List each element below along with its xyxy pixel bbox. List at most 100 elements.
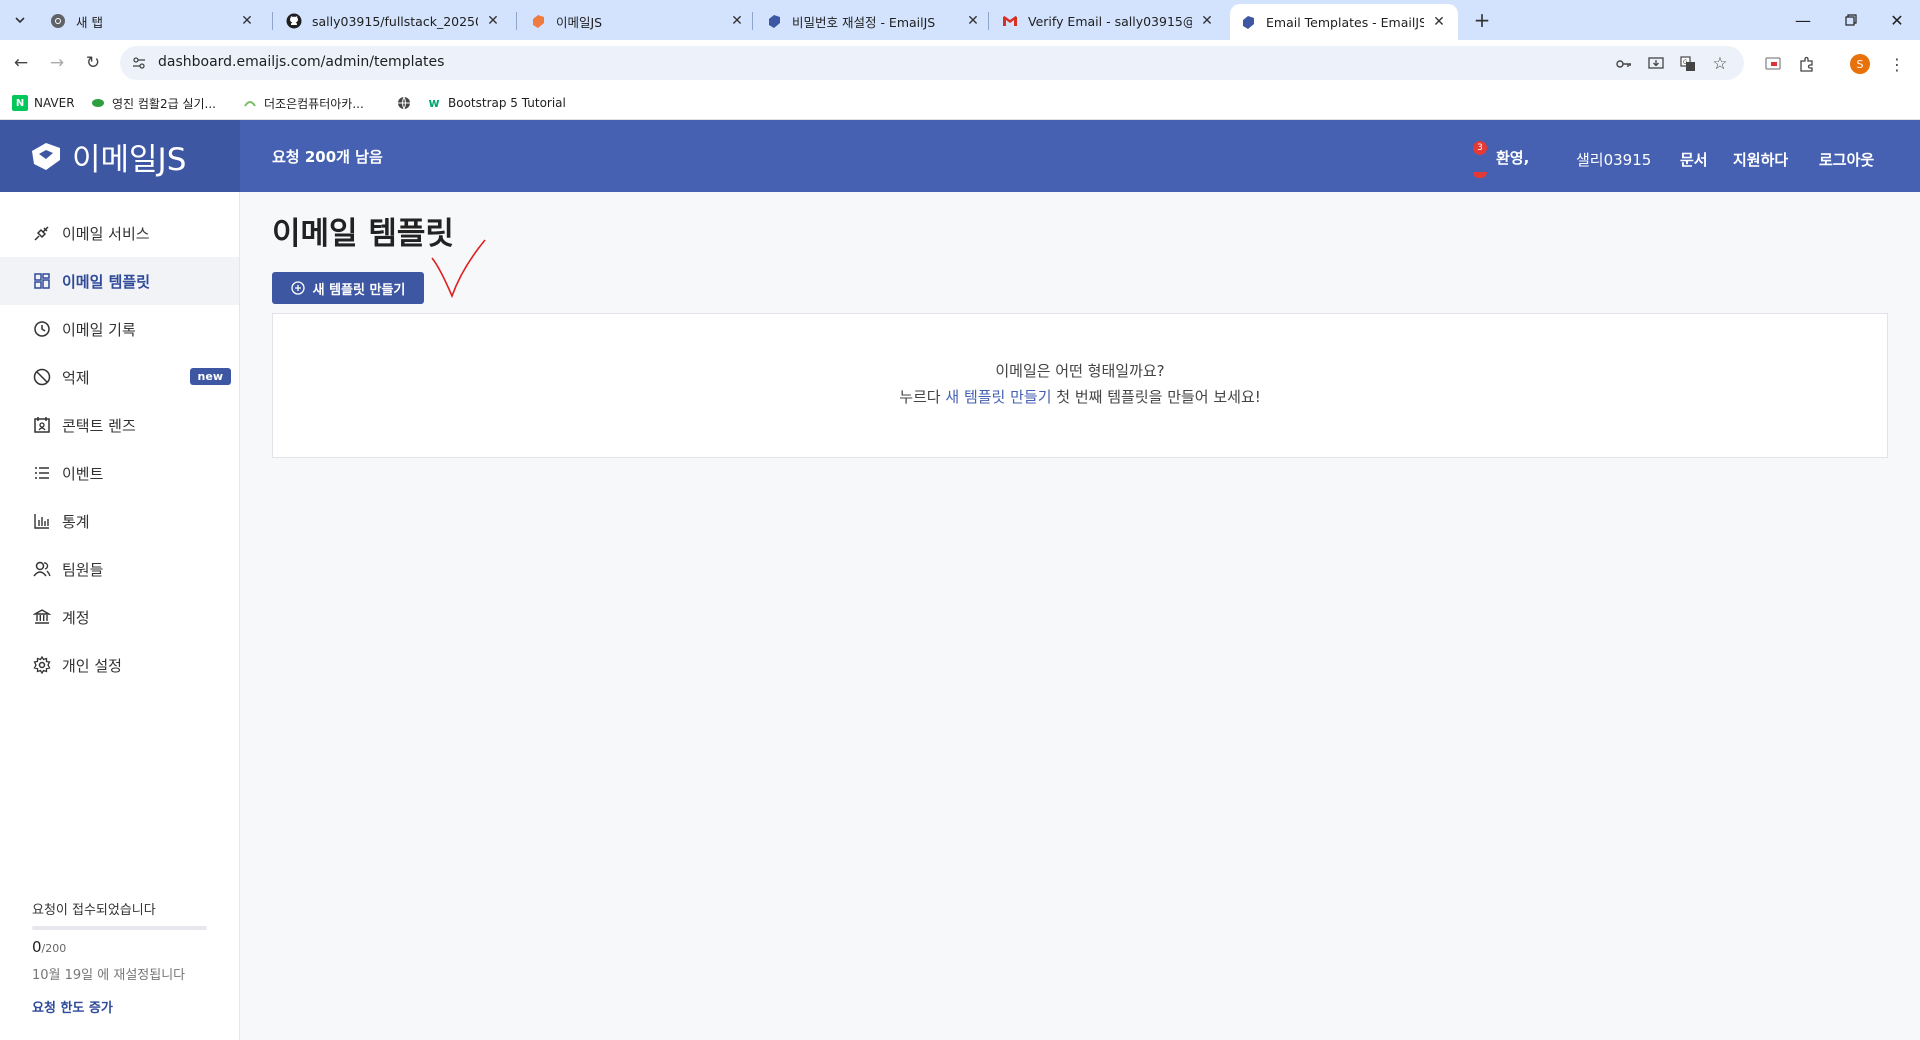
- tab-divider: [752, 12, 753, 30]
- translate-icon[interactable]: G: [1678, 54, 1698, 74]
- close-window-icon[interactable]: ✕: [1874, 6, 1920, 34]
- sidebar-item-label: 이메일 템플릿: [62, 272, 151, 291]
- bookmark-item[interactable]: w Bootstrap 5 Tutorial: [426, 94, 566, 112]
- new-badge: new: [189, 368, 231, 385]
- sidebar-item-statistics[interactable]: 통계: [0, 497, 239, 545]
- sidebar-item-events[interactable]: 이벤트: [0, 449, 239, 497]
- sidebar-item-team[interactable]: 팀원들: [0, 545, 239, 593]
- browser-tab-active[interactable]: Email Templates - EmailJS ✕: [1230, 4, 1458, 40]
- sidebar-item-email-services[interactable]: 이메일 서비스: [0, 209, 239, 257]
- usage-reset-date: 10월 19일 에 재설정됩니다: [32, 968, 186, 983]
- bookmark-label: NAVER: [34, 96, 75, 110]
- page-title: 이메일 템플릿: [272, 216, 454, 252]
- profile-avatar[interactable]: S: [1850, 54, 1870, 74]
- bookmark-item[interactable]: [396, 94, 418, 112]
- usage-count: 0/200: [32, 938, 212, 956]
- sidebar-item-label: 억제: [62, 368, 90, 387]
- empty-state-suffix: 첫 번째 템플릿을 만들어 보세요!: [1056, 388, 1261, 406]
- github-icon: [286, 13, 302, 29]
- bookmark-star-icon[interactable]: ☆: [1710, 54, 1730, 74]
- minimize-icon[interactable]: —: [1780, 6, 1826, 34]
- bookmark-label: 더조은컴퓨터아카...: [264, 96, 364, 111]
- tab-title: 비밀번호 재설정 - EmailJS: [792, 14, 936, 30]
- restore-window-icon[interactable]: [1828, 6, 1874, 34]
- reload-icon[interactable]: ↻: [80, 50, 106, 76]
- notification-badge-partial: [1473, 172, 1487, 178]
- sidebar-item-account[interactable]: 계정: [0, 593, 239, 641]
- sidebar-item-personal-settings[interactable]: 개인 설정: [0, 641, 239, 689]
- plus-circle-icon: [290, 281, 305, 295]
- welcome-text: 환영,: [1496, 149, 1530, 167]
- sidebar-item-label: 팀원들: [62, 560, 104, 579]
- increase-limit-link[interactable]: 요청 한도 증가: [32, 997, 212, 1016]
- usage-limit: /200: [41, 942, 67, 955]
- emailjs-icon: [1240, 14, 1256, 30]
- bookmarks-bar: N NAVER 영진 컴활2급 실기... 더조은컴퓨터아카... w Boot…: [0, 86, 1920, 120]
- bookmark-item[interactable]: 영진 컴활2급 실기...: [90, 94, 216, 112]
- tab-title: 이메일JS: [556, 14, 603, 30]
- svg-text:G: G: [1683, 59, 1688, 66]
- docs-link[interactable]: 문서: [1680, 149, 1708, 170]
- sidebar-item-label: 콘택트 렌즈: [62, 416, 136, 435]
- leaf-icon: [90, 95, 106, 111]
- install-app-icon[interactable]: [1646, 54, 1666, 74]
- username-link[interactable]: 샐리03915: [1576, 149, 1651, 170]
- close-icon[interactable]: ✕: [728, 12, 746, 30]
- browser-tab[interactable]: 이메일JS ✕: [520, 4, 756, 38]
- handwritten-checkmark-annotation: [431, 239, 486, 298]
- sidebar-item-email-templates[interactable]: 이메일 템플릿: [0, 257, 239, 305]
- close-icon[interactable]: ✕: [964, 12, 982, 30]
- cast-icon[interactable]: [1762, 53, 1784, 75]
- naver-icon: N: [12, 95, 28, 111]
- browser-tab[interactable]: Verify Email - sally03915@gma ✕: [992, 4, 1226, 38]
- browser-tab[interactable]: 비밀번호 재설정 - EmailJS ✕: [756, 4, 992, 38]
- chrome-icon: [50, 13, 66, 29]
- empty-state-heading: 이메일은 어떤 형태일까요?: [995, 362, 1165, 380]
- empty-state-create-link[interactable]: 새 템플릿 만들기: [945, 388, 1051, 406]
- academy-icon: [242, 95, 258, 111]
- bookmark-item[interactable]: 더조은컴퓨터아카...: [242, 94, 364, 112]
- list-icon: [32, 463, 52, 483]
- sidebar-item-label: 개인 설정: [62, 656, 122, 675]
- create-template-label: 새 템플릿 만들기: [312, 282, 406, 298]
- close-icon[interactable]: ✕: [484, 12, 502, 30]
- new-tab-plus-icon[interactable]: +: [1470, 8, 1494, 32]
- sidebar-item-label: 이메일 서비스: [62, 224, 150, 243]
- block-icon: [32, 367, 52, 387]
- support-link[interactable]: 지원하다: [1733, 149, 1788, 170]
- password-key-icon[interactable]: [1614, 54, 1634, 74]
- template-grid-icon: [32, 271, 52, 291]
- browser-tab[interactable]: 새 탭 ✕: [40, 4, 266, 38]
- tab-search-chevron-icon[interactable]: [8, 8, 32, 32]
- close-icon[interactable]: ✕: [1198, 12, 1216, 30]
- sidebar: 이메일 서비스 이메일 템플릿 이메일 기록 억제 new 콘택트 렌즈 이벤트: [0, 192, 240, 1040]
- site-settings-icon[interactable]: [130, 54, 148, 72]
- tab-divider: [272, 12, 273, 30]
- globe-icon: [396, 95, 412, 111]
- extensions-puzzle-icon[interactable]: [1796, 53, 1818, 75]
- brand-logo[interactable]: 이메일JS: [0, 120, 240, 192]
- app-header: 이메일JS 요청 200개 남음 3 환영, 샐리03915 문서 지원하다 로…: [0, 120, 1920, 192]
- close-icon[interactable]: ✕: [1430, 13, 1448, 31]
- create-template-button[interactable]: 새 템플릿 만들기: [272, 272, 424, 304]
- sidebar-item-contacts[interactable]: 콘택트 렌즈: [0, 401, 239, 449]
- sidebar-item-email-history[interactable]: 이메일 기록: [0, 305, 239, 353]
- logout-link[interactable]: 로그아웃: [1819, 149, 1874, 170]
- notification-badge[interactable]: 3: [1473, 141, 1487, 155]
- bookmark-label: Bootstrap 5 Tutorial: [448, 96, 566, 110]
- history-icon: [32, 319, 52, 339]
- forward-arrow-icon[interactable]: →: [44, 50, 70, 76]
- contact-card-icon: [32, 415, 52, 435]
- browser-tab[interactable]: sally03915/fullstack_20250825 ✕: [276, 4, 512, 38]
- tab-title: sally03915/fullstack_20250825: [312, 13, 478, 29]
- more-menu-icon[interactable]: ⋮: [1886, 53, 1908, 75]
- address-bar[interactable]: dashboard.emailjs.com/admin/templates G …: [120, 46, 1744, 80]
- empty-state-card: 이메일은 어떤 형태일까요? 누르다 새 템플릿 만들기 첫 번째 템플릿을 만…: [272, 313, 1888, 458]
- close-icon[interactable]: ✕: [238, 12, 256, 30]
- sidebar-item-suppressions[interactable]: 억제 new: [0, 353, 239, 401]
- bookmark-item[interactable]: N NAVER: [12, 94, 75, 112]
- back-arrow-icon[interactable]: ←: [8, 50, 34, 76]
- usage-title: 요청이 접수되었습니다: [32, 903, 156, 918]
- team-icon: [32, 559, 52, 579]
- url-text[interactable]: dashboard.emailjs.com/admin/templates: [158, 54, 444, 70]
